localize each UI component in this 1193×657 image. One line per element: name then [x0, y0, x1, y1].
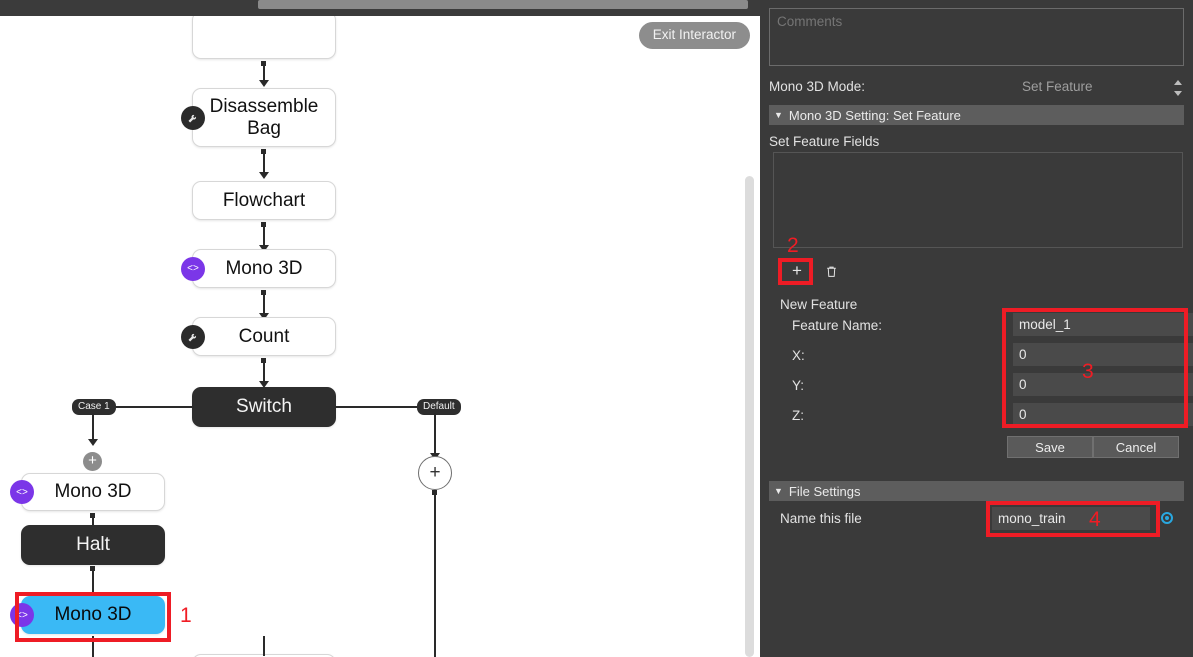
- code-icon: <>: [10, 480, 34, 504]
- top-strip-bar: [258, 0, 748, 9]
- feature-name-label: Feature Name:: [792, 318, 883, 333]
- app-root: Exit Interactor Disassemble Bag Flowchar…: [0, 0, 1193, 657]
- feature-x-input[interactable]: [1013, 343, 1193, 366]
- wrench-icon: [181, 324, 205, 349]
- edge-line: [263, 636, 265, 656]
- flow-node-count[interactable]: Count: [181, 317, 336, 356]
- flow-node-partial-top[interactable]: [192, 16, 336, 59]
- name-this-file-label: Name this file: [780, 511, 862, 526]
- add-node-button-case-1[interactable]: +: [83, 452, 102, 471]
- file-settings-section-title: File Settings: [788, 483, 861, 499]
- feature-y-input[interactable]: [1013, 373, 1193, 396]
- code-icon: <>: [181, 256, 205, 281]
- set-feature-fields-label: Set Feature Fields: [769, 134, 880, 149]
- flow-node-mono-3d-case1-label: Mono 3D: [54, 481, 132, 503]
- branch-line-case-1: [110, 406, 194, 408]
- flow-node-count-label: Count: [238, 325, 290, 347]
- canvas-scrollbar-track[interactable]: [745, 176, 754, 657]
- edge-arrow: [88, 439, 98, 446]
- code-icon: <>: [10, 603, 34, 627]
- add-feature-button[interactable]: +: [784, 260, 810, 282]
- save-button[interactable]: Save: [1007, 436, 1093, 458]
- wrench-icon: [181, 105, 205, 130]
- flow-node-mono-3d-selected-label: Mono 3D: [54, 604, 132, 626]
- canvas-scrollbar-thumb[interactable]: [745, 176, 754, 657]
- chevron-up-down-icon[interactable]: [1173, 80, 1183, 96]
- edge-arrow: [259, 80, 269, 87]
- caret-down-icon: ▼: [774, 486, 783, 496]
- new-feature-title: New Feature: [780, 297, 858, 312]
- branch-tag-default[interactable]: Default: [417, 399, 461, 415]
- flow-node-halt[interactable]: Halt: [21, 525, 165, 565]
- top-strip: [0, 0, 760, 16]
- properties-panel: Mono 3D Mode: Set Feature ▼ Mono 3D Sett…: [760, 0, 1193, 657]
- mono-3d-setting-section-title: Mono 3D Setting: Set Feature: [788, 107, 961, 123]
- flow-node-disassemble-bag-label: Disassemble Bag: [209, 96, 319, 139]
- edge-arrow: [259, 172, 269, 179]
- flow-node-mono-3d-top-label: Mono 3D: [225, 257, 303, 279]
- reset-link-icon[interactable]: [1161, 512, 1173, 524]
- flow-node-mono-3d-top[interactable]: <> Mono 3D: [181, 249, 336, 288]
- flow-node-flowchart[interactable]: Flowchart: [192, 181, 336, 220]
- flow-node-switch-label: Switch: [236, 396, 292, 418]
- add-node-button-default[interactable]: +: [418, 456, 452, 490]
- mono-3d-mode-label: Mono 3D Mode:: [769, 79, 866, 94]
- flow-node-mono-3d-selected[interactable]: <> Mono 3D: [10, 596, 165, 634]
- file-name-input[interactable]: [992, 507, 1150, 530]
- set-feature-fields-list[interactable]: [773, 152, 1183, 248]
- feature-name-input[interactable]: [1013, 313, 1193, 336]
- flow-node-flowchart-label: Flowchart: [222, 189, 306, 211]
- edge-line: [92, 636, 94, 657]
- feature-y-label: Y:: [792, 378, 805, 393]
- branch-tag-case-1[interactable]: Case 1: [72, 399, 116, 415]
- mono-3d-mode-value[interactable]: Set Feature: [1022, 79, 1093, 94]
- edge-line: [434, 490, 436, 657]
- comments-input[interactable]: [769, 8, 1184, 66]
- feature-z-input[interactable]: [1013, 403, 1193, 426]
- delete-feature-button[interactable]: [818, 260, 844, 282]
- edge-line: [92, 566, 94, 596]
- flow-node-disassemble-bag[interactable]: Disassemble Bag: [181, 88, 336, 147]
- flow-node-mono-3d-case1[interactable]: <> Mono 3D: [10, 473, 165, 511]
- feature-x-label: X:: [792, 348, 805, 363]
- mono-3d-setting-section-header[interactable]: ▼ Mono 3D Setting: Set Feature: [769, 105, 1184, 125]
- feature-z-label: Z:: [792, 408, 804, 423]
- flowchart-canvas[interactable]: Exit Interactor Disassemble Bag Flowchar…: [0, 16, 760, 657]
- cancel-button[interactable]: Cancel: [1093, 436, 1179, 458]
- branch-line-default: [335, 406, 425, 408]
- file-settings-section-header[interactable]: ▼ File Settings: [769, 481, 1184, 501]
- mono-3d-mode-row: Mono 3D Mode: Set Feature: [760, 76, 1193, 100]
- flow-node-halt-label: Halt: [76, 534, 110, 556]
- caret-down-icon: ▼: [774, 110, 783, 120]
- exit-interactor-button[interactable]: Exit Interactor: [638, 22, 750, 49]
- flow-node-switch[interactable]: Switch: [192, 387, 336, 427]
